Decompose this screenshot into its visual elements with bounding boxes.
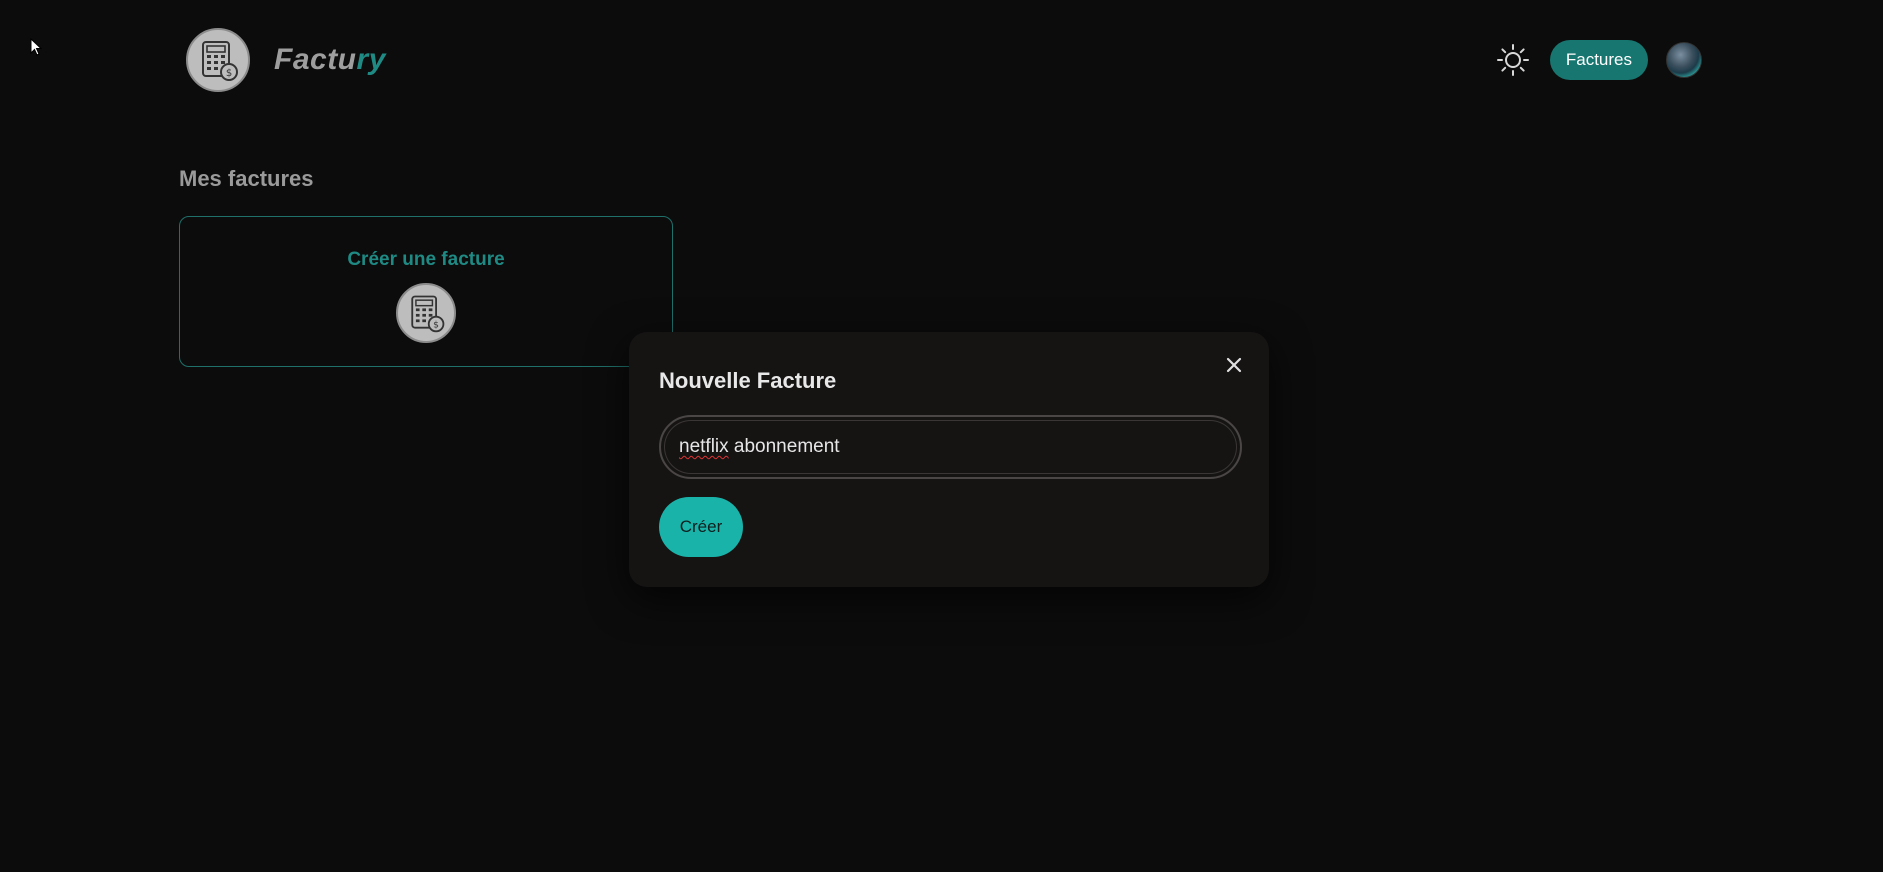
- calculator-dollar-icon: $: [396, 283, 456, 343]
- calculator-dollar-icon: $: [186, 28, 250, 92]
- factures-nav-button[interactable]: Factures: [1549, 40, 1648, 80]
- new-invoice-modal: Nouvelle Facture netflix abonnement Crée…: [629, 332, 1269, 587]
- mouse-cursor-icon: [30, 38, 43, 56]
- close-button[interactable]: [1221, 352, 1247, 378]
- app-root: $ Factury Factures Mes factures Créer un…: [0, 0, 1883, 872]
- section-title: Mes factures: [179, 166, 314, 191]
- svg-text:$: $: [433, 320, 439, 331]
- brand-name-part1: Factu: [274, 43, 357, 76]
- brand-logo-link[interactable]: $ Factury: [186, 28, 386, 92]
- close-icon: [1226, 357, 1242, 373]
- invoice-name-input[interactable]: [659, 415, 1242, 479]
- brand-name-part2: ry: [356, 43, 386, 76]
- modal-title: Nouvelle Facture: [659, 368, 837, 393]
- top-header: $ Factury Factures: [186, 28, 1702, 92]
- theme-toggle-button[interactable]: [1492, 39, 1534, 81]
- brand-name: Factury: [274, 43, 386, 77]
- create-invoice-card[interactable]: Créer une facture $: [179, 216, 673, 367]
- create-button[interactable]: Créer: [659, 497, 743, 557]
- header-actions: Factures: [1492, 39, 1702, 81]
- create-invoice-label: Créer une facture: [347, 249, 505, 270]
- sun-icon: [1496, 44, 1529, 76]
- user-avatar[interactable]: [1666, 42, 1702, 78]
- svg-text:$: $: [226, 68, 232, 79]
